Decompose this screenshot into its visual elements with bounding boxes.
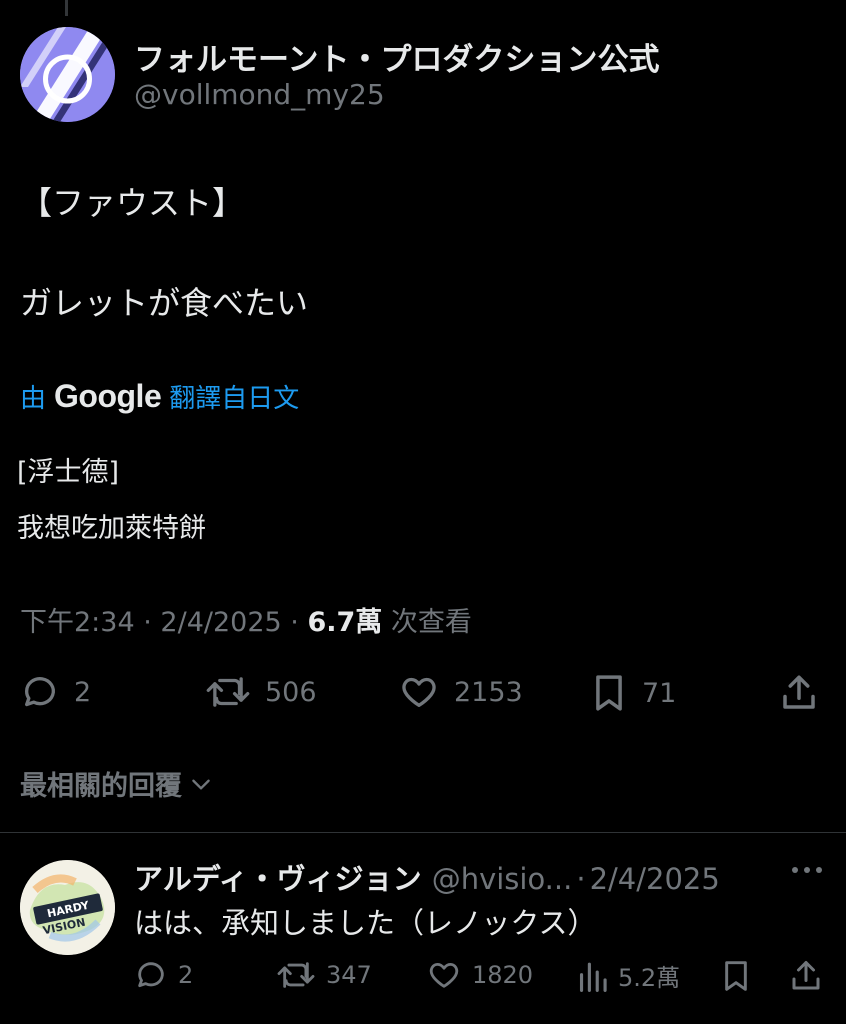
tweet-text-line-1: 【ファウスト】 — [20, 184, 245, 222]
translation-prefix: 由 — [20, 384, 47, 414]
translation-suffix: 翻譯自日文 — [169, 384, 300, 414]
bookmark-icon — [725, 961, 747, 991]
chevron-down-icon — [192, 779, 210, 790]
divider — [0, 832, 846, 833]
reply-button[interactable]: 2 — [20, 672, 91, 712]
reply-count: 2 — [74, 676, 92, 708]
reply-date[interactable]: 2/4/2025 — [590, 862, 720, 896]
reply-repost-count: 347 — [326, 961, 372, 989]
reply-bubble-icon — [138, 962, 164, 988]
hardy-vision-logo-icon: HARDY VISION — [20, 860, 115, 955]
replies-sort-dropdown[interactable]: 最相關的回覆 — [20, 764, 214, 803]
reply-avatar[interactable]: HARDY VISION — [20, 860, 115, 955]
thread-connector-line — [65, 0, 68, 16]
reply-header: アルディ・ヴィジョン @hvisio... · 2/4/2025 — [134, 856, 720, 898]
reply-author-handle[interactable]: @hvisio... — [432, 862, 573, 896]
replies-sort-label: 最相關的回覆 — [20, 771, 182, 802]
reply-like-count: 1820 — [472, 961, 534, 989]
reply-bubble-icon — [25, 677, 55, 707]
more-options-button[interactable] — [790, 858, 824, 886]
translation-attribution[interactable]: 由 Google 翻譯自日文 — [20, 378, 299, 415]
reply-share-button[interactable] — [788, 958, 824, 994]
like-button[interactable]: 2153 — [398, 672, 523, 712]
view-count-label: 次查看 — [390, 607, 472, 638]
reply-view-count: 5.2萬 — [618, 964, 681, 992]
tweet-text-line-2: ガレットが食べたい — [20, 284, 309, 322]
tweet-date[interactable]: 2/4/2025 — [160, 607, 281, 638]
reply-author-name[interactable]: アルディ・ヴィジョン — [134, 856, 422, 898]
views-bar-chart-icon — [579, 962, 607, 992]
tweet-time[interactable]: 下午2:34 — [20, 607, 135, 638]
author-display-name[interactable]: フォルモーント・プロダクション公式 — [134, 34, 659, 79]
reply-text: はは、承知しました（レノックス） — [134, 906, 597, 940]
reply-views-button[interactable]: 5.2萬 — [576, 958, 680, 993]
reply-repost-button[interactable]: 347 — [276, 958, 372, 992]
reply-bookmark-button[interactable] — [720, 958, 752, 994]
repost-icon — [206, 677, 250, 707]
avatar[interactable] — [20, 27, 115, 122]
translated-text-line-1: [浮士德] — [17, 457, 120, 488]
heart-icon — [402, 677, 436, 707]
meta-separator: · — [290, 607, 299, 638]
share-icon — [783, 675, 815, 709]
repost-button[interactable]: 506 — [205, 672, 317, 712]
reply-reply-button[interactable]: 2 — [134, 958, 193, 992]
google-logo: Google — [54, 378, 162, 414]
share-button[interactable] — [778, 672, 820, 714]
repost-icon — [277, 962, 315, 988]
reply-reply-count: 2 — [178, 961, 194, 989]
repost-count: 506 — [265, 676, 317, 708]
bookmark-count: 71 — [642, 677, 677, 709]
share-icon — [792, 961, 820, 990]
bookmark-button[interactable]: 71 — [590, 672, 676, 714]
heart-icon — [429, 962, 459, 988]
author-handle[interactable]: @vollmond_my25 — [134, 78, 385, 111]
more-dots-icon — [792, 867, 822, 873]
bookmark-icon — [596, 675, 622, 711]
meta-separator: · — [143, 607, 152, 638]
reply-meta-separator: · — [576, 862, 586, 896]
translated-text-line-2: 我想吃加萊特餅 — [17, 513, 206, 544]
vollmond-logo-icon — [20, 27, 115, 122]
like-count: 2153 — [454, 676, 523, 708]
reply-like-button[interactable]: 1820 — [426, 958, 533, 992]
tweet-meta: 下午2:34 · 2/4/2025 · 6.7萬 次查看 — [20, 600, 472, 639]
view-count: 6.7萬 — [307, 607, 383, 638]
